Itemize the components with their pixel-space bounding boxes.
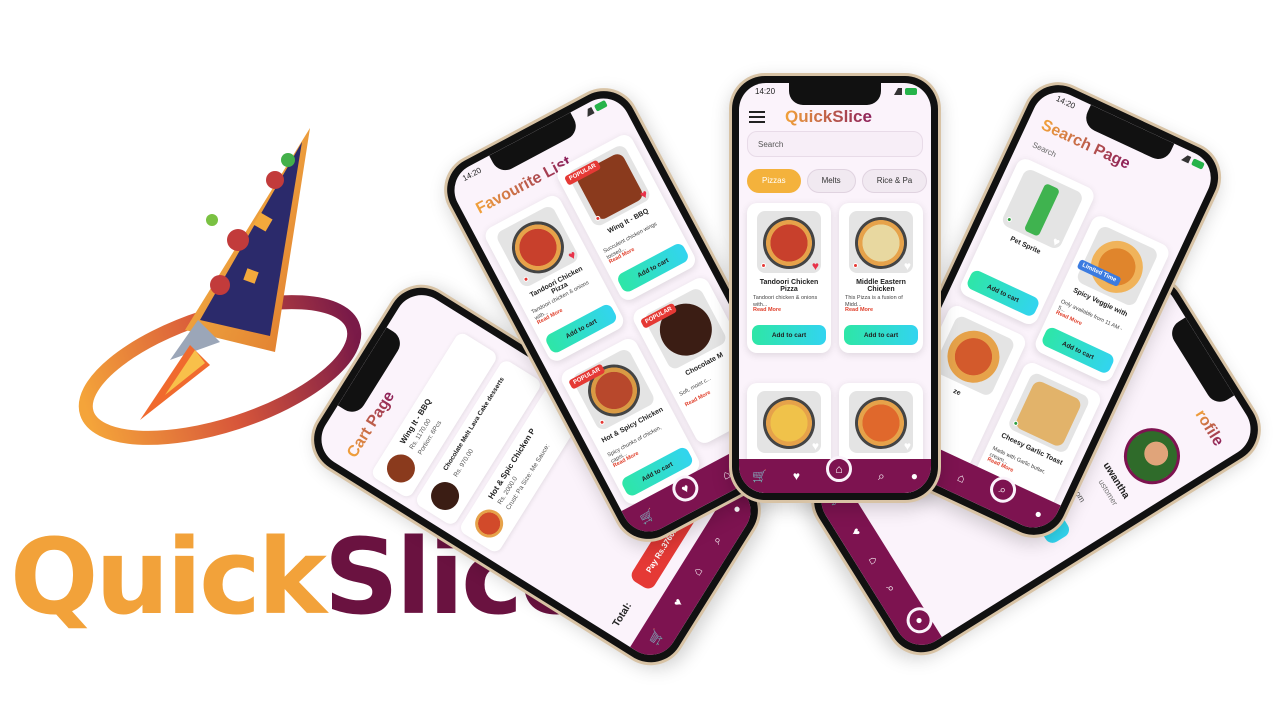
app-title: QuickSlice bbox=[785, 107, 872, 126]
cake-thumbnail bbox=[425, 476, 465, 516]
battery-icon bbox=[582, 99, 608, 118]
chip-melts[interactable]: Melts bbox=[806, 169, 856, 193]
battery-icon bbox=[891, 88, 917, 95]
home-screen: 14:20 QuickSlice Search Pizzas Melts Rice … bbox=[739, 83, 931, 493]
heart-icon[interactable]: ♥ bbox=[904, 439, 911, 453]
nav-cart-icon[interactable]: 🛒 bbox=[646, 627, 666, 647]
nonveg-dot-icon bbox=[853, 263, 858, 268]
nonveg-dot-icon bbox=[761, 263, 766, 268]
avatar bbox=[1113, 417, 1191, 495]
profile-title: rofile bbox=[1191, 406, 1227, 450]
pizza-image bbox=[502, 212, 574, 283]
promo-canvas: QuickSlice Cart Page Wing It - BBQ Rs. 1… bbox=[0, 0, 1280, 720]
pizza-image bbox=[938, 322, 1009, 392]
chip-pizzas[interactable]: Pizzas bbox=[747, 169, 801, 193]
nav-user-icon[interactable]: ● bbox=[911, 469, 918, 483]
nav-search-icon[interactable]: ⌕ bbox=[709, 533, 725, 547]
brand-word-quick: Quick bbox=[10, 516, 327, 638]
pizza-thumbnail bbox=[469, 504, 509, 543]
status-time: 14:20 bbox=[1054, 94, 1077, 111]
nav-home-icon[interactable]: ⌂ bbox=[866, 553, 882, 567]
nav-user-icon[interactable]: ● bbox=[729, 502, 745, 516]
sprite-image bbox=[1023, 182, 1061, 237]
notch bbox=[1166, 317, 1235, 408]
heart-icon[interactable]: ♥ bbox=[812, 259, 819, 273]
add-to-cart-button[interactable]: Add to cart bbox=[965, 268, 1041, 318]
nav-heart-icon[interactable]: ♥ bbox=[793, 469, 800, 483]
heart-icon[interactable]: ♥ bbox=[812, 439, 819, 453]
nav-home-icon[interactable]: ⌂ bbox=[690, 564, 706, 578]
status-time: 14:20 bbox=[755, 87, 776, 96]
read-more-link[interactable]: Read More bbox=[845, 307, 873, 313]
nav-heart-icon[interactable]: ♥ bbox=[848, 525, 864, 538]
add-to-cart-button[interactable]: Add to cart bbox=[752, 325, 826, 345]
status-time: 14:20 bbox=[461, 165, 483, 184]
toast-image bbox=[1013, 379, 1083, 449]
nav-heart-icon[interactable]: ♥ bbox=[670, 596, 686, 609]
add-to-cart-button[interactable]: Add to cart bbox=[844, 325, 918, 345]
nav-search-icon[interactable]: ⌕ bbox=[883, 581, 899, 595]
pizza-image bbox=[578, 355, 650, 426]
bottom-nav: 🛒 ♥ ⌂ ⌕ ● bbox=[739, 456, 931, 493]
pizza-image bbox=[855, 397, 907, 449]
food-name: Tandoori Chicken Pizza bbox=[759, 279, 819, 293]
food-name: Middle Eastern Chicken bbox=[856, 279, 906, 293]
chip-rice-pasta[interactable]: Rice & Pa bbox=[861, 169, 928, 193]
total-label: Total: bbox=[610, 600, 635, 630]
nav-home-icon[interactable]: ⌂ bbox=[826, 456, 853, 482]
cake-image bbox=[650, 294, 722, 365]
menu-icon[interactable] bbox=[749, 111, 765, 123]
nav-search-icon[interactable]: ⌕ bbox=[878, 469, 885, 484]
pizza-image bbox=[763, 397, 815, 449]
wings-thumbnail bbox=[381, 449, 421, 488]
battery-icon bbox=[1178, 152, 1205, 170]
nav-home-icon[interactable]: ⌂ bbox=[955, 470, 967, 486]
wings-image bbox=[574, 151, 645, 222]
pizza-image bbox=[855, 217, 907, 269]
notch bbox=[789, 83, 881, 105]
read-more-link[interactable]: Read More bbox=[753, 307, 781, 313]
heart-icon[interactable]: ♥ bbox=[904, 259, 911, 273]
phone-home: 14:20 QuickSlice Search Pizzas Melts Rice … bbox=[729, 73, 941, 503]
nav-cart-icon[interactable]: 🛒 bbox=[752, 469, 767, 483]
category-chips: Pizzas Melts Rice & Pa bbox=[747, 169, 931, 193]
search-input[interactable]: Search bbox=[1031, 140, 1058, 159]
food-card[interactable]: ♥ Tandoori Chicken Pizza Tandoori chicke… bbox=[747, 203, 831, 353]
food-card[interactable]: ♥ Middle Eastern Chicken This Pizza is a… bbox=[839, 203, 923, 353]
nav-cart-icon[interactable]: 🛒 bbox=[638, 507, 658, 526]
pizza-image bbox=[763, 217, 815, 269]
nav-user-icon[interactable]: ● bbox=[1032, 506, 1044, 522]
nav-user-icon[interactable]: ● bbox=[901, 602, 938, 639]
search-input[interactable]: Search bbox=[747, 131, 923, 157]
